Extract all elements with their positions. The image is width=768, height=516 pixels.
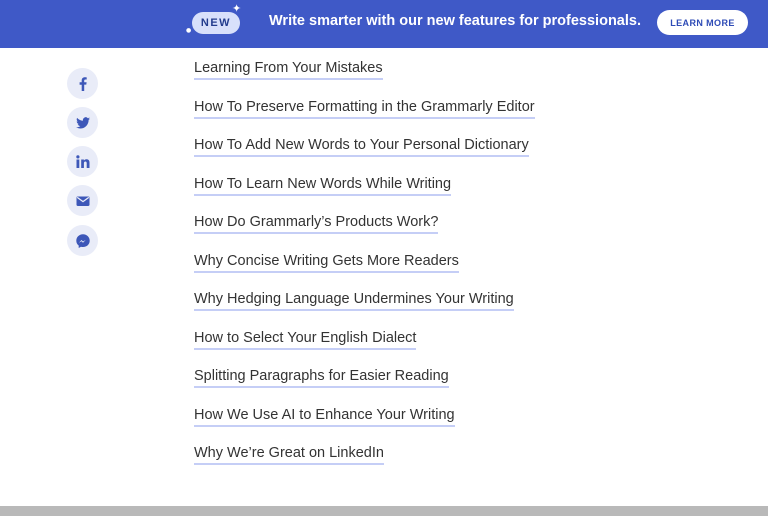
banner-text: Write smarter with our new features for … [269, 13, 641, 29]
email-icon [76, 196, 89, 206]
share-messenger-button[interactable] [67, 225, 98, 256]
messenger-icon [75, 233, 90, 248]
article-link[interactable]: How To Add New Words to Your Personal Di… [194, 136, 529, 157]
share-email-button[interactable] [67, 185, 98, 216]
article-link[interactable]: Why We’re Great on LinkedIn [194, 444, 384, 465]
learn-more-button[interactable]: LEARN MORE [657, 10, 748, 35]
linkedin-icon [75, 154, 89, 168]
promo-banner: ✦ ● NEW Write smarter with our new featu… [0, 0, 768, 48]
footer-bar [0, 506, 768, 516]
article-link[interactable]: Why Concise Writing Gets More Readers [194, 252, 459, 273]
facebook-icon [79, 76, 87, 91]
article-link[interactable]: How To Learn New Words While Writing [194, 175, 452, 196]
sparkle-icon: ● [186, 27, 192, 34]
article-link[interactable]: How To Preserve Formatting in the Gramma… [194, 98, 535, 119]
article-link[interactable]: Why Hedging Language Undermines Your Wri… [194, 290, 514, 311]
article-link[interactable]: How Do Grammarly’s Products Work? [194, 213, 439, 234]
article-link[interactable]: How We Use AI to Enhance Your Writing [194, 406, 455, 427]
article-link[interactable]: Splitting Paragraphs for Easier Reading [194, 367, 449, 388]
twitter-icon [75, 116, 90, 128]
share-facebook-button[interactable] [67, 68, 98, 99]
article-link[interactable]: How to Select Your English Dialect [194, 329, 417, 350]
article-link[interactable]: Learning From Your Mistakes [194, 59, 383, 80]
share-linkedin-button[interactable] [67, 146, 98, 177]
new-badge: NEW [192, 12, 240, 34]
share-twitter-button[interactable] [67, 107, 98, 138]
